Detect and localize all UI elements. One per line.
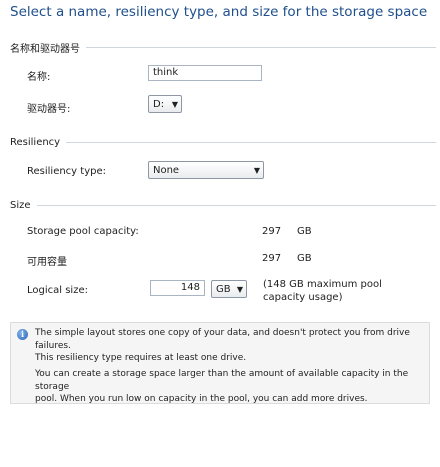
info-paragraph-2: You can create a storage space larger th… xyxy=(35,368,429,406)
available-capacity-value: 297 xyxy=(262,253,282,264)
max-pool-note: (148 GB maximum pool capacity usage) xyxy=(263,278,382,304)
name-label: 名称: xyxy=(27,72,51,83)
drive-letter-select[interactable]: D: ▼ xyxy=(148,95,182,113)
divider xyxy=(66,142,436,143)
chevron-down-icon: ▼ xyxy=(253,165,261,175)
max-pool-note-line1: (148 GB maximum pool xyxy=(263,279,382,290)
drive-letter-value: D: xyxy=(153,98,165,110)
available-capacity-label: 可用容量 xyxy=(27,257,67,268)
name-group-header: 名称和驱动器号 xyxy=(10,40,436,55)
drive-letter-label: 驱动器号: xyxy=(27,104,71,115)
logical-size-label: Logical size: xyxy=(27,285,88,296)
pool-capacity-value: 297 xyxy=(262,226,282,237)
size-group-title: Size xyxy=(10,200,31,211)
info-icon: i xyxy=(17,329,28,340)
resiliency-group-header: Resiliency xyxy=(10,137,436,148)
size-group-header: Size xyxy=(10,200,436,211)
resiliency-type-value: None xyxy=(153,164,180,176)
resiliency-group-title: Resiliency xyxy=(10,137,61,148)
info-panel: i The simple layout stores one copy of y… xyxy=(10,322,430,404)
info-line: This resiliency type requires at least o… xyxy=(35,353,247,363)
name-input[interactable]: think xyxy=(148,65,262,81)
info-line: You can create a storage space larger th… xyxy=(35,369,409,392)
page-title: Select a name, resiliency type, and size… xyxy=(10,4,428,20)
info-line: pool. When you run low on capacity in th… xyxy=(35,394,368,404)
chevron-down-icon: ▼ xyxy=(236,284,244,294)
logical-size-input[interactable]: 148 xyxy=(150,280,205,296)
resiliency-type-label: Resiliency type: xyxy=(27,166,106,177)
info-paragraph-1: The simple layout stores one copy of you… xyxy=(35,327,429,365)
chevron-down-icon: ▼ xyxy=(171,99,179,109)
logical-size-unit-select[interactable]: GB ▼ xyxy=(211,280,247,298)
resiliency-type-select[interactable]: None ▼ xyxy=(148,161,264,179)
info-line: The simple layout stores one copy of you… xyxy=(35,328,410,351)
logical-size-unit-value: GB xyxy=(216,283,231,295)
pool-capacity-unit: GB xyxy=(297,226,312,237)
pool-capacity-label: Storage pool capacity: xyxy=(27,226,139,237)
available-capacity-unit: GB xyxy=(297,253,312,264)
divider xyxy=(36,205,436,206)
max-pool-note-line2: capacity usage) xyxy=(263,292,343,303)
divider xyxy=(86,47,436,48)
name-group-title: 名称和驱动器号 xyxy=(10,44,80,55)
